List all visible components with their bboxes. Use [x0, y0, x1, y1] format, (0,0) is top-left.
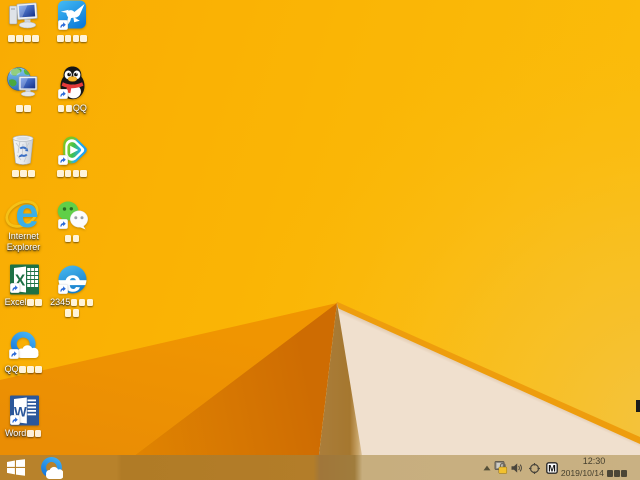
- svg-text:e: e: [15, 197, 38, 235]
